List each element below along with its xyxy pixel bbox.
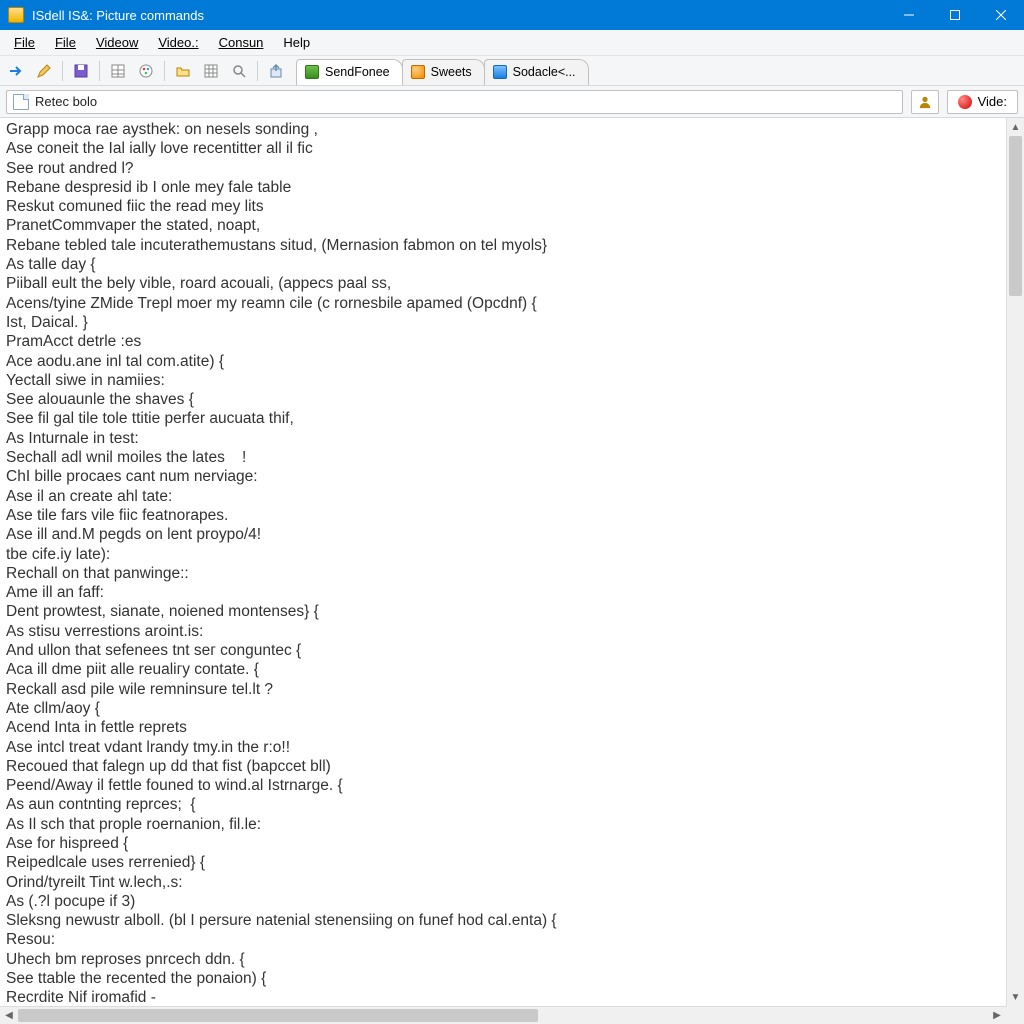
scroll-up-icon[interactable]: ▲ [1007,118,1024,136]
separator [99,61,100,81]
minimize-button[interactable] [886,0,932,30]
window-title: ISdell IS&: Picture commands [32,8,204,23]
scroll-track[interactable] [1007,136,1024,988]
vertical-scrollbar[interactable]: ▲ ▼ [1006,118,1024,1006]
menu-label: Consun [219,35,264,50]
video-button[interactable]: Vide: [947,90,1018,114]
path-text: Retec bolo [35,94,97,109]
tab-sendfonee[interactable]: SendFonee [296,59,403,85]
search-icon[interactable] [227,59,251,83]
scroll-thumb[interactable] [1009,136,1022,296]
document-icon [13,94,29,110]
tab-sodacle[interactable]: Sodacle<... [484,59,589,85]
scroll-thumb[interactable] [18,1009,538,1022]
separator [164,61,165,81]
tab-icon [493,65,507,79]
toolbar: SendFonee Sweets Sodacle<... [0,56,1024,86]
menu-label: Help [283,35,310,50]
menu-help[interactable]: Help [273,32,320,53]
export-icon[interactable] [264,59,288,83]
scroll-track[interactable] [18,1007,988,1024]
menu-video[interactable]: Video.: [148,32,208,53]
menu-label: Videow [96,35,138,50]
tab-sweets[interactable]: Sweets [402,59,485,85]
save-icon[interactable] [69,59,93,83]
tab-label: Sweets [431,65,472,79]
scroll-down-icon[interactable]: ▼ [1007,988,1024,1006]
pencil-icon[interactable] [32,59,56,83]
menu-label: File [14,35,35,50]
tab-label: SendFonee [325,65,390,79]
menu-label: Video.: [158,35,198,50]
scroll-right-icon[interactable]: ▶ [988,1007,1006,1024]
record-icon [958,95,972,109]
path-input[interactable]: Retec bolo [6,90,903,114]
editor[interactable]: Grapp moca rae aysthek: on nesels sondin… [0,118,1006,1006]
app-icon [8,7,24,23]
menu-videow[interactable]: Videow [86,32,148,53]
forward-arrow-icon[interactable] [4,59,28,83]
horizontal-scrollbar[interactable]: ◀ ▶ [0,1006,1006,1024]
scroll-corner [1006,1006,1024,1024]
tab-icon [411,65,425,79]
pathbar: Retec bolo Vide: [0,86,1024,118]
menu-label: File [55,35,76,50]
video-button-label: Vide: [978,94,1007,109]
tabstrip: SendFonee Sweets Sodacle<... [296,57,588,85]
menu-file-2[interactable]: File [45,32,86,53]
titlebar: ISdell IS&: Picture commands [0,0,1024,30]
tab-icon [305,65,319,79]
menu-consun[interactable]: Consun [209,32,274,53]
separator [257,61,258,81]
client-area: Grapp moca rae aysthek: on nesels sondin… [0,118,1024,1024]
menubar: File File Videow Video.: Consun Help [0,30,1024,56]
menu-file-1[interactable]: File [4,32,45,53]
maximize-button[interactable] [932,0,978,30]
user-icon[interactable] [911,90,939,114]
folder-open-icon[interactable] [171,59,195,83]
close-button[interactable] [978,0,1024,30]
tab-label: Sodacle<... [513,65,576,79]
scroll-left-icon[interactable]: ◀ [0,1007,18,1024]
palette-icon[interactable] [134,59,158,83]
table-icon[interactable] [106,59,130,83]
separator [62,61,63,81]
grid-icon[interactable] [199,59,223,83]
